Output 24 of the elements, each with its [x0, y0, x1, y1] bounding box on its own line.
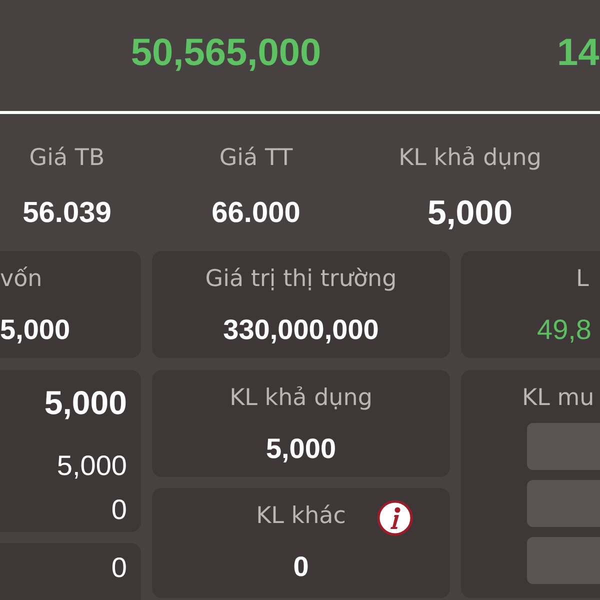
card-value: 5,000 [266, 432, 336, 466]
card-label: KL khả dụng [230, 384, 372, 413]
info-icon[interactable] [377, 500, 413, 536]
stat-label: Giá TT [219, 144, 293, 173]
card-value: 49,8 [537, 313, 592, 347]
summary-value: 14 [557, 31, 600, 75]
card-value: 5,000 [0, 313, 70, 347]
card-label: KL khác [256, 502, 346, 531]
card-label: KL mu [522, 384, 596, 413]
volume-total: 5,000 [44, 384, 127, 422]
volume-value: 5,000 [56, 449, 127, 483]
stat-label: Giá TB [29, 144, 105, 173]
stat-label: KL khả dụng [398, 144, 542, 173]
stat-value: 56.039 [22, 196, 112, 231]
card-value: 0 [293, 550, 309, 584]
summary-value: 50,565,000 [130, 31, 322, 75]
stat-value: 5,000 [427, 194, 513, 232]
card-label: L [576, 265, 589, 294]
card-label: vốn [0, 265, 42, 294]
card-value: 330,000,000 [223, 313, 379, 347]
volume-value: 0 [111, 493, 127, 527]
card-label: Giá trị thị trường [205, 265, 397, 294]
volume-value: 0 [111, 551, 127, 585]
stat-value: 66.000 [212, 196, 300, 231]
